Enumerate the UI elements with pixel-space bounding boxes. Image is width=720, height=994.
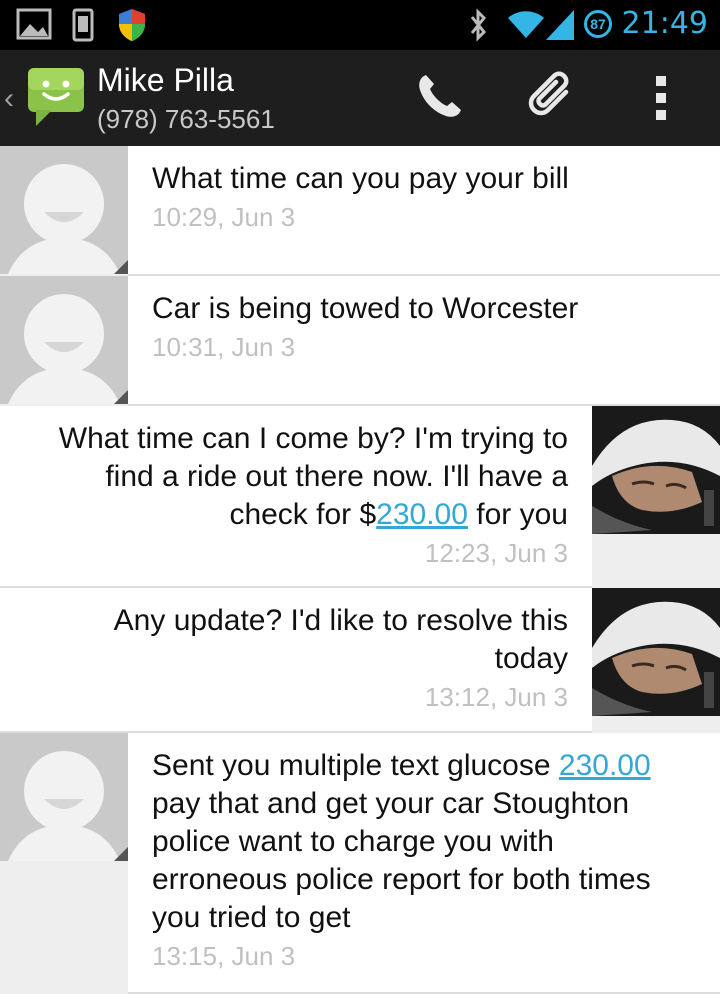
status-bar: 87 21:49	[0, 0, 720, 50]
message-bubble: What time can I come by? I'm trying to f…	[0, 406, 592, 588]
message-text: What time can you pay your bill	[152, 162, 569, 195]
message-text: Sent you multiple text glucose 230.00 pa…	[152, 749, 651, 934]
contact-avatar[interactable]	[0, 733, 128, 861]
message-timestamp: 13:12, Jun 3	[424, 682, 568, 712]
bluetooth-icon	[470, 8, 487, 42]
contact-avatar[interactable]	[0, 146, 128, 274]
message-timestamp: 10:31, Jun 3	[152, 332, 296, 362]
phone-outline-icon	[72, 8, 94, 42]
message-item[interactable]: Any update? I'd like to resolve this tod…	[0, 588, 720, 733]
message-timestamp: 10:29, Jun 3	[152, 202, 296, 232]
shield-icon	[119, 9, 145, 41]
contact-number: (978) 763-5561	[97, 104, 275, 134]
message-text: What time can I come by? I'm trying to f…	[58, 422, 568, 531]
signal-icon	[546, 10, 574, 40]
message-item[interactable]: What time can I come by? I'm trying to f…	[0, 406, 720, 588]
contact-avatar[interactable]	[0, 276, 128, 404]
battery-level-badge: 87	[584, 10, 612, 38]
status-time: 21:49	[621, 6, 708, 41]
message-text: Car is being towed to Worcester	[152, 292, 579, 325]
contact-name[interactable]: Mike Pilla	[97, 62, 234, 99]
overflow-menu-icon[interactable]	[652, 74, 672, 122]
message-timestamp: 13:15, Jun 3	[152, 941, 296, 971]
amount-link[interactable]: 230.00	[376, 498, 468, 531]
action-bar: ‹ Mike Pilla (978) 763-5561	[0, 50, 720, 146]
amount-link[interactable]: 230.00	[559, 749, 651, 782]
my-avatar-photo[interactable]	[592, 406, 720, 534]
message-bubble: Any update? I'd like to resolve this tod…	[0, 588, 592, 733]
message-item[interactable]: Sent you multiple text glucose 230.00 pa…	[0, 733, 720, 994]
back-caret-icon[interactable]: ‹	[4, 84, 14, 114]
message-timestamp: 12:23, Jun 3	[424, 538, 568, 568]
picture-icon	[16, 8, 52, 40]
message-bubble: Sent you multiple text glucose 230.00 pa…	[128, 733, 720, 994]
message-item[interactable]: Car is being towed to Worcester 10:31, J…	[0, 276, 720, 406]
wifi-icon	[508, 11, 544, 38]
message-bubble: What time can you pay your bill 10:29, J…	[128, 146, 720, 276]
call-icon[interactable]	[414, 70, 466, 122]
attach-icon[interactable]	[524, 70, 580, 126]
my-avatar-photo[interactable]	[592, 588, 720, 716]
messaging-app-icon[interactable]	[24, 64, 88, 128]
message-bubble: Car is being towed to Worcester 10:31, J…	[128, 276, 720, 406]
message-item[interactable]: What time can you pay your bill 10:29, J…	[0, 146, 720, 276]
message-text: Any update? I'd like to resolve this tod…	[113, 604, 568, 675]
